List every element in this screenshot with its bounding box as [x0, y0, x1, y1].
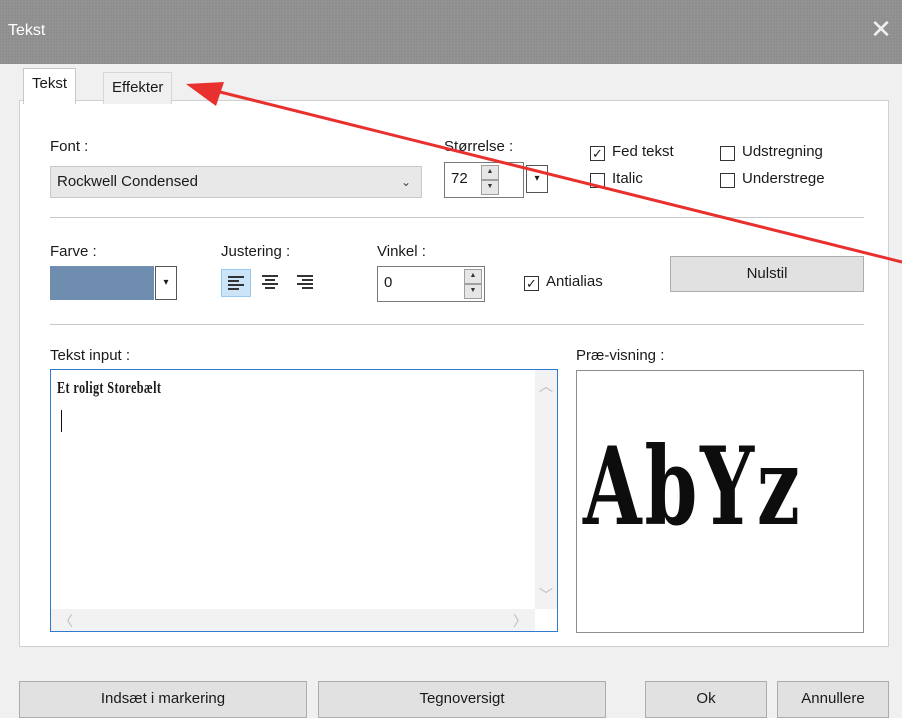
antialias-label: Antialias [546, 273, 603, 290]
vertical-scrollbar[interactable]: ︿ ﹀ [535, 370, 557, 609]
font-value: Rockwell Condensed [57, 173, 198, 190]
underline-label: Understrege [742, 170, 825, 187]
align-center-icon[interactable] [255, 269, 285, 297]
close-icon[interactable]: ✕ [866, 14, 896, 44]
color-dropdown-icon[interactable]: ▾ [155, 266, 177, 300]
tab-tekst[interactable]: Tekst [23, 68, 77, 104]
strikethrough-checkbox[interactable] [720, 146, 735, 161]
size-dropdown-icon[interactable]: ▾ [526, 165, 548, 193]
italic-label: Italic [612, 170, 643, 187]
size-spinner[interactable]: 72 ▲ ▼ [444, 162, 524, 198]
angle-down-icon[interactable]: ▼ [464, 284, 482, 299]
text-input-label: Tekst input : [50, 347, 131, 364]
tab-effekter[interactable]: Effekter [103, 72, 173, 104]
title-bar: Tekst ✕ [0, 0, 902, 64]
character-map-button[interactable]: Tegnoversigt [318, 681, 606, 718]
reset-button[interactable]: Nulstil [670, 256, 864, 292]
size-value: 72 [451, 170, 468, 187]
chevron-down-icon: ⌄ [400, 175, 411, 189]
scroll-up-icon[interactable]: ︿ [539, 376, 553, 396]
antialias-checkbox[interactable]: ✓ [524, 276, 539, 291]
cancel-button[interactable]: Annullere [777, 681, 889, 718]
divider-middle [50, 324, 864, 325]
underline-checkbox[interactable] [720, 173, 735, 188]
text-input-field[interactable]: Et roligt Storebælt ︿ ﹀ 〈 〉 [50, 369, 558, 632]
scroll-left-icon[interactable]: 〈 [59, 611, 73, 631]
bold-label: Fed tekst [612, 143, 674, 160]
window-title: Tekst [8, 22, 46, 39]
color-label: Farve : [50, 243, 97, 260]
angle-label: Vinkel : [377, 243, 426, 260]
text-caret [61, 410, 62, 432]
preview-label: Præ-visning : [576, 347, 665, 364]
align-left-icon[interactable] [221, 269, 251, 297]
divider-top [50, 217, 864, 218]
strikethrough-label: Udstregning [742, 143, 823, 160]
preview-box: AbYz [576, 370, 864, 633]
scroll-down-icon[interactable]: ﹀ [539, 585, 553, 605]
scroll-right-icon[interactable]: 〉 [513, 611, 527, 631]
font-dropdown[interactable]: Rockwell Condensed ⌄ [50, 166, 422, 198]
size-label: Størrelse : [444, 138, 514, 155]
font-label: Font : [50, 138, 89, 155]
insert-in-selection-button[interactable]: Indsæt i markering [19, 681, 307, 718]
horizontal-scrollbar[interactable]: 〈 〉 [51, 609, 535, 631]
italic-checkbox[interactable] [590, 173, 605, 188]
align-right-icon[interactable] [289, 269, 319, 297]
size-up-icon[interactable]: ▲ [481, 165, 499, 180]
angle-spinner[interactable]: 0 ▲ ▼ [377, 266, 485, 302]
text-input-value: Et roligt Storebælt [57, 378, 162, 397]
justify-label: Justering : [221, 243, 291, 260]
preview-sample: AbYz [583, 424, 803, 550]
bold-checkbox[interactable]: ✓ [590, 146, 605, 161]
angle-value: 0 [384, 274, 393, 291]
angle-up-icon[interactable]: ▲ [464, 269, 482, 284]
ok-button[interactable]: Ok [645, 681, 767, 718]
size-down-icon[interactable]: ▼ [481, 180, 499, 195]
color-swatch[interactable] [50, 266, 154, 300]
